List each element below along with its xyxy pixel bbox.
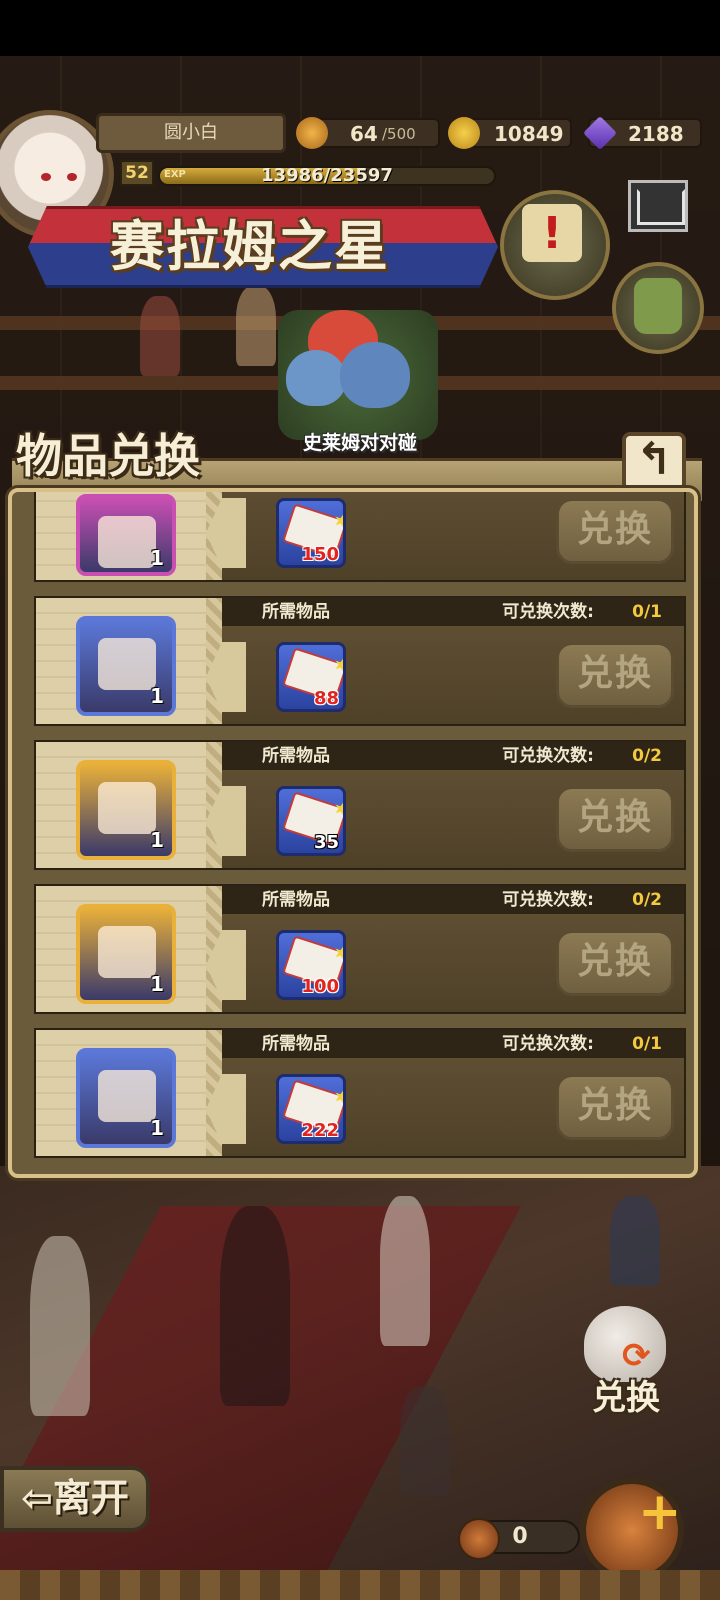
stamina-max: /500 [382,125,416,143]
exchange-row: 所需物品 可兑换次数: 0/2 1 100 兑换 [34,884,686,1014]
banner-title: 赛拉姆之星 [110,215,390,278]
bread-icon [296,117,328,149]
required-items-label: 所需物品 [262,746,330,766]
required-items-label: 所需物品 [262,890,330,910]
npc-silhouette [400,1386,450,1496]
stamina-counter[interactable]: 64 /500 [296,117,440,149]
gem-counter[interactable]: 2188 [583,116,702,150]
redeem-count-value: 0/2 [632,746,662,766]
blue-slime-icon [286,350,346,406]
reward-quantity: 1 [150,828,164,852]
gold-counter[interactable]: 10849 [448,117,572,149]
row-header: 所需物品 可兑换次数: 0/2 [222,886,684,914]
reward-quantity: 1 [150,1116,164,1140]
reward-quantity: 1 [150,546,164,570]
quest-scroll-icon: ! [522,204,582,262]
redeem-button[interactable]: 兑换 [556,1074,674,1140]
cost-item-slot[interactable]: 222 [276,1074,346,1144]
cost-amount: 222 [301,1120,339,1141]
mail-icon[interactable] [628,180,688,232]
cost-amount: 100 [301,976,339,997]
exchange-row: 所需物品 可兑换次数: 0/1 1 88 兑换 [34,596,686,726]
panel-title: 物品兑换 [16,429,200,483]
npc-silhouette [140,296,180,376]
required-items-label: 所需物品 [262,1034,330,1054]
token-counter: 0 [458,1518,580,1560]
quest-button[interactable]: ! [500,190,610,300]
exchange-row: 1 150 兑换 [34,492,686,582]
redeem-count-label: 可兑换次数: [502,1034,594,1054]
exchange-shortcut-label: 兑换 [592,1378,660,1418]
armored-figure-icon [98,1070,156,1122]
token-count: 0 [512,1524,528,1549]
redeem-count-label: 可兑换次数: [502,890,594,910]
player-name: 圆小白 [96,113,286,153]
backpack-icon [634,278,682,334]
pink-ticket-icon [98,516,156,568]
exchange-row: 所需物品 可兑换次数: 0/1 1 222 兑换 [34,1028,686,1158]
blue-slime-icon [340,342,410,408]
token-coin-icon [458,1518,500,1560]
reward-item-slot[interactable]: 1 [76,904,176,1004]
cost-amount: 150 [301,544,339,565]
red-gift-box-icon [98,638,156,690]
player-level: 52 [120,160,154,186]
bottom-frame [0,1570,720,1600]
gold-coin-icon [448,117,480,149]
back-button[interactable]: ↰ [622,432,686,492]
exchange-panel: 1150兑换所需物品可兑换次数:0/1188兑换所需物品可兑换次数:0/2135… [8,488,698,1178]
redeem-button[interactable]: 兑换 [556,786,674,852]
redeem-count-label: 可兑换次数: [502,746,594,766]
redeem-count-value: 0/1 [632,602,662,622]
row-header: 所需物品 可兑换次数: 0/1 [222,598,684,626]
winged-lantern-icon [98,782,156,834]
reward-item-slot[interactable]: 1 [76,494,176,576]
cost-item-slot[interactable]: 100 [276,930,346,1000]
gold-ticket-icon [98,926,156,978]
reward-item-slot[interactable]: 1 [76,760,176,860]
reward-quantity: 1 [150,972,164,996]
npc-silhouette [30,1236,90,1416]
reward-item-slot[interactable]: 1 [76,616,176,716]
reward-item-slot[interactable]: 1 [76,1048,176,1148]
exp-bar: EXP 13986/23597 [158,166,496,186]
gem-value: 2188 [628,122,684,146]
gold-value: 10849 [494,122,564,146]
event-label: 史莱姆对对碰 [302,432,417,454]
cost-item-slot[interactable]: 150 [276,498,346,568]
npc-silhouette [380,1196,430,1346]
stamina-value: 64 [350,122,378,146]
cost-item-slot[interactable]: 35 [276,786,346,856]
redeem-count-value: 0/2 [632,890,662,910]
npc-silhouette [610,1196,660,1286]
reward-quantity: 1 [150,684,164,708]
gem-icon [583,116,617,150]
avatar-eye [67,173,77,181]
cost-amount: 88 [313,688,339,709]
add-token-button[interactable]: + [580,1478,684,1582]
leave-button[interactable]: ⇦离开 [0,1466,150,1532]
cost-item-slot[interactable]: 88 [276,642,346,712]
cost-amount: 35 [313,832,339,853]
avatar-eye [41,173,51,181]
redeem-button[interactable]: 兑换 [556,930,674,996]
exchange-row: 所需物品 可兑换次数: 0/2 1 35 兑换 [34,740,686,870]
redeem-count-label: 可兑换次数: [502,602,594,622]
backpack-button[interactable] [612,262,704,354]
row-header: 所需物品 可兑换次数: 0/2 [222,742,684,770]
redeem-count-value: 0/1 [632,1034,662,1054]
redeem-button[interactable]: 兑换 [556,642,674,708]
exchange-shortcut-button[interactable]: ⟳ 兑换 [568,1296,684,1418]
required-items-label: 所需物品 [262,602,330,622]
npc-silhouette [220,1206,290,1406]
redeem-button[interactable]: 兑换 [556,498,674,564]
row-header: 所需物品 可兑换次数: 0/1 [222,1030,684,1058]
exp-text: 13986/23597 [261,166,393,186]
